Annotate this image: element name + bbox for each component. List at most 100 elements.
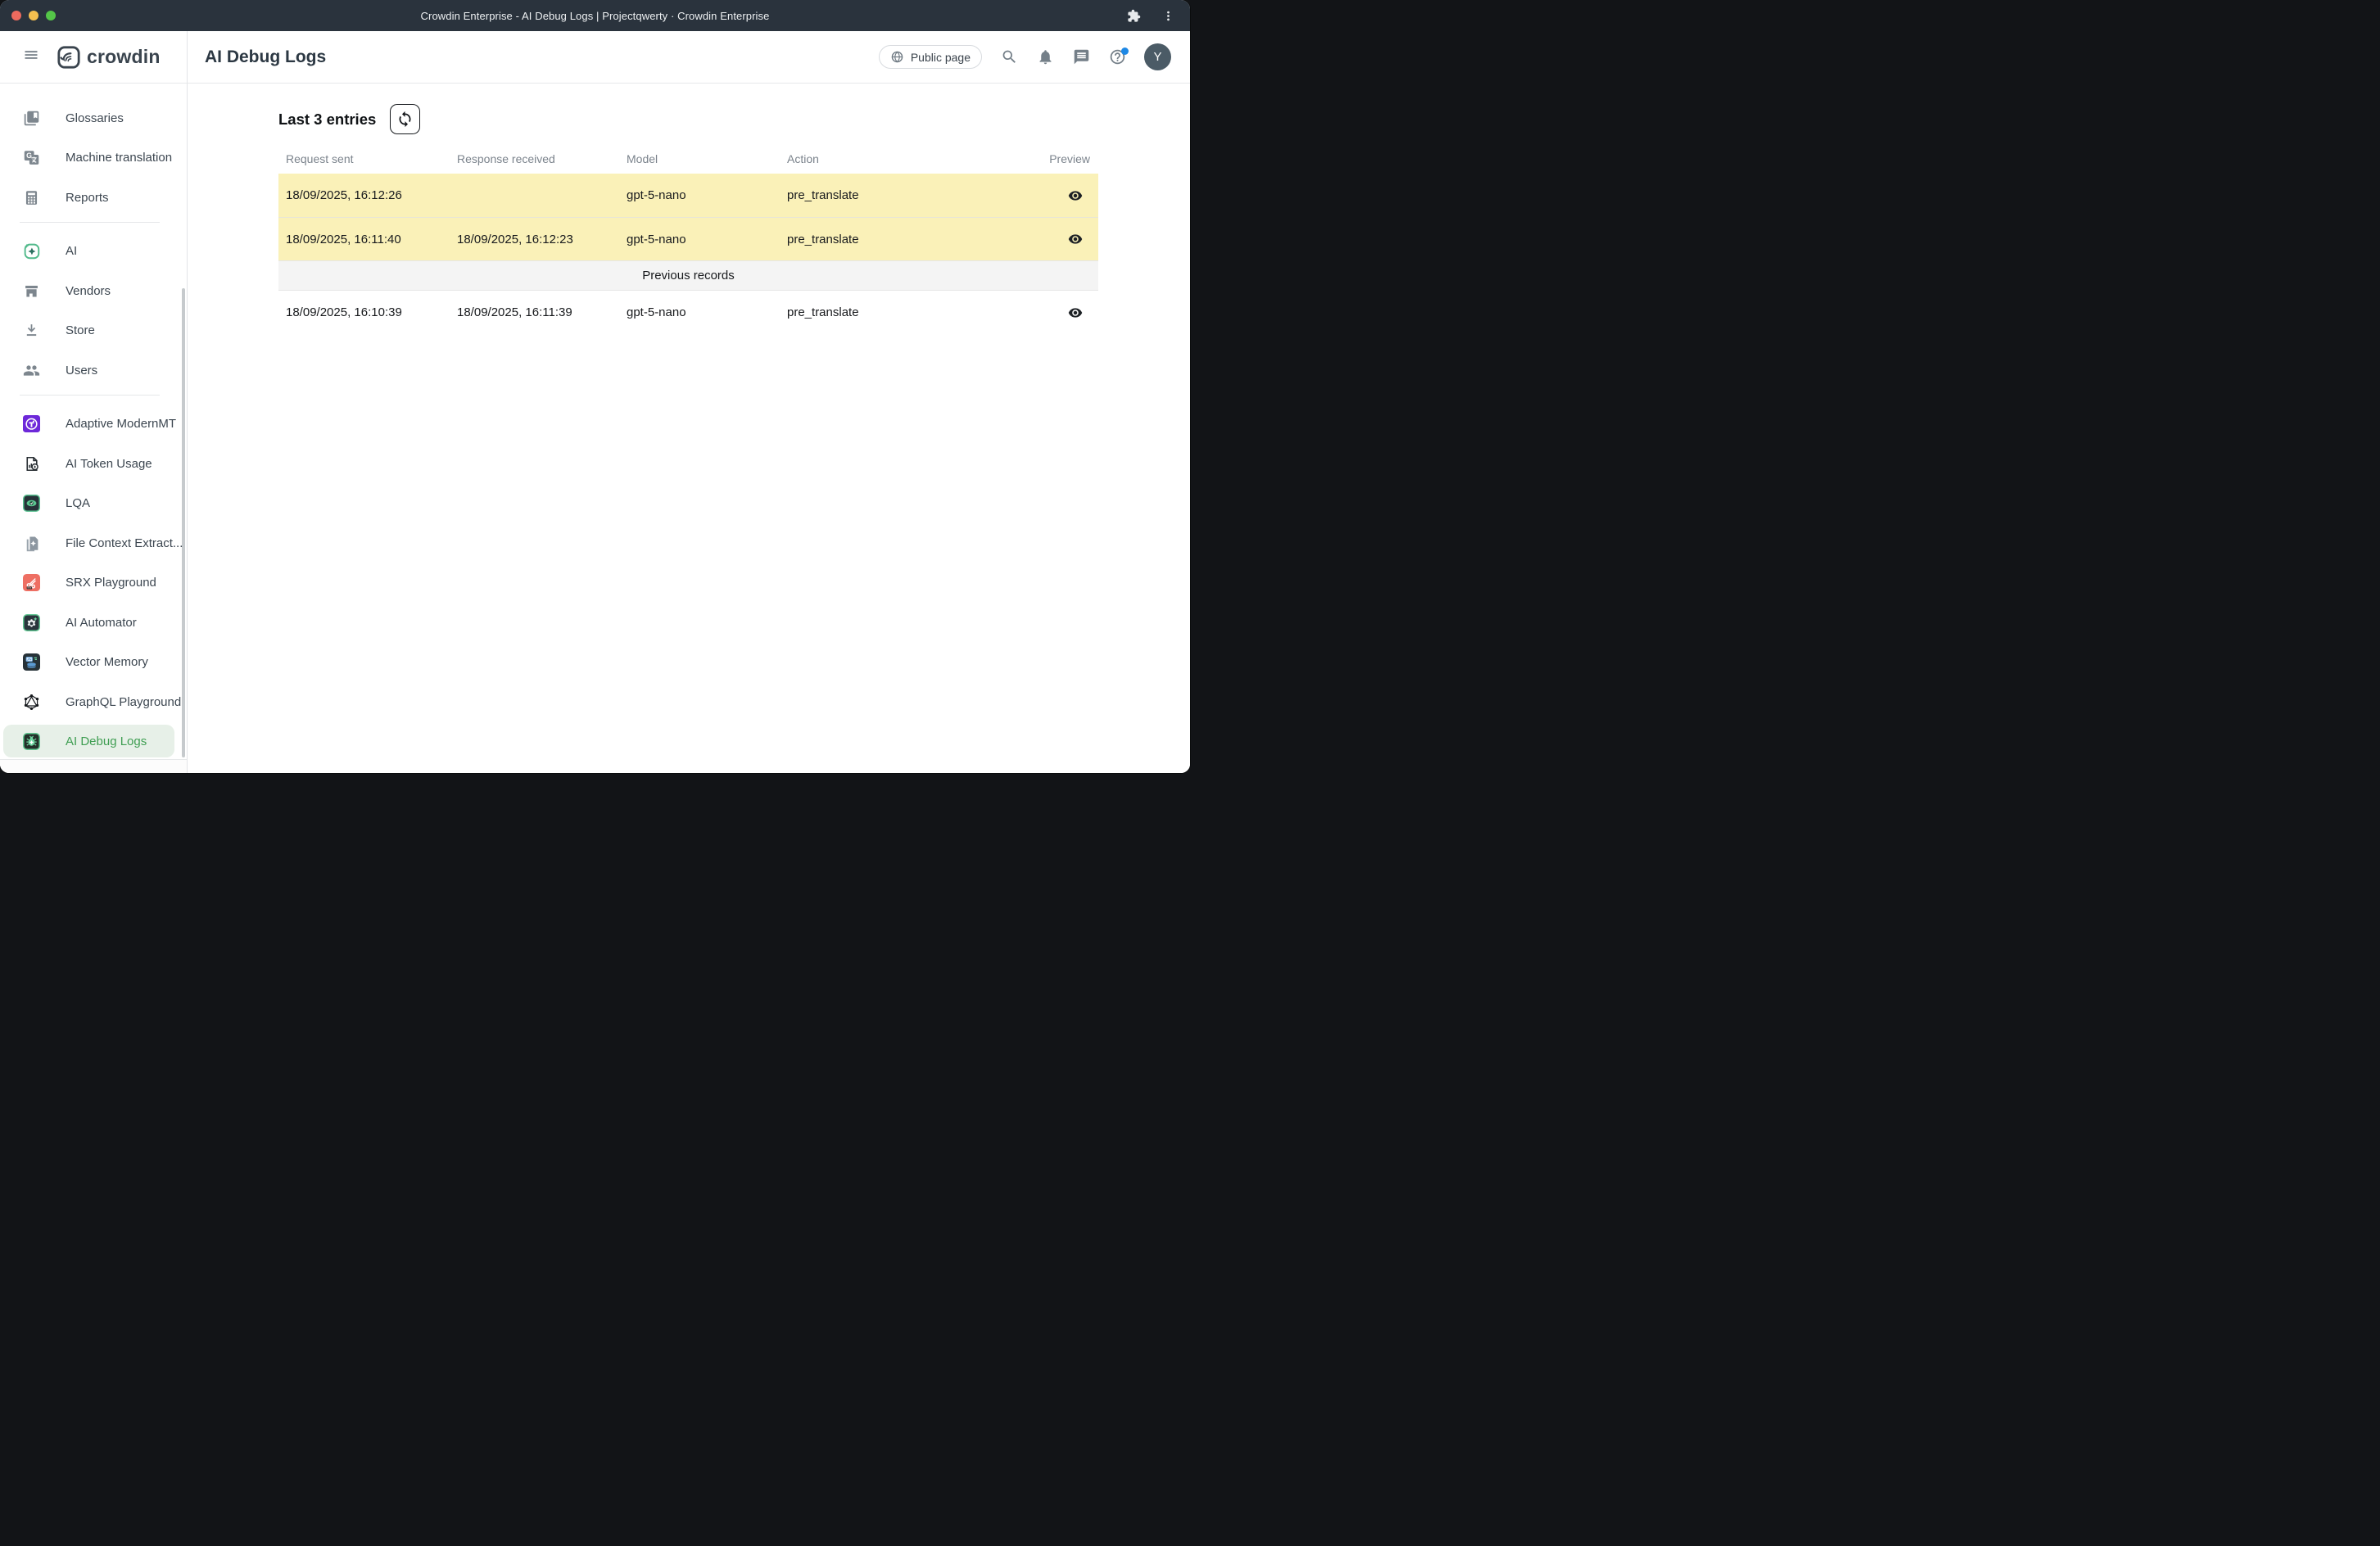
- sidebar-item-machine-translation[interactable]: G Machine translation: [0, 138, 187, 179]
- close-button[interactable]: [11, 11, 21, 20]
- previous-records-button[interactable]: Previous records: [278, 260, 1098, 291]
- hamburger-menu-icon[interactable]: [23, 47, 39, 67]
- cell-response-received: 18/09/2025, 16:12:23: [450, 233, 619, 246]
- column-header-preview: Preview: [1007, 152, 1098, 165]
- sidebar-item-label: Vendors: [66, 284, 111, 298]
- sidebar-item-ai-token-usage[interactable]: AI Token Usage: [0, 444, 187, 484]
- table-header-row: Request sentResponse receivedModelAction…: [278, 143, 1098, 174]
- cell-request-sent: 18/09/2025, 16:12:26: [278, 188, 450, 202]
- sidebar-item-label: File Context Extract...: [66, 536, 183, 550]
- sidebar-divider: [20, 222, 160, 223]
- cell-response-received: 18/09/2025, 16:11:39: [450, 305, 619, 319]
- sidebar-item-users[interactable]: Users: [0, 350, 187, 391]
- cell-preview: [1007, 305, 1098, 319]
- cell-action: pre_translate: [780, 188, 1007, 202]
- help-icon[interactable]: [1108, 48, 1126, 66]
- crowdin-logo[interactable]: crowdin: [57, 46, 161, 69]
- column-header-request-sent: Request sent: [278, 152, 450, 165]
- sidebar-divider: [20, 395, 160, 396]
- window-titlebar: Crowdin Enterprise - AI Debug Logs | Pro…: [0, 0, 1190, 31]
- lqa-icon: [23, 495, 40, 512]
- refresh-sync-icon: [396, 111, 414, 128]
- srx-playground-icon: [23, 574, 40, 591]
- sidebar-item-label: AI Token Usage: [66, 457, 152, 471]
- page-header: AI Debug Logs Public page: [188, 31, 1190, 84]
- sidebar-item-ai-debug-logs[interactable]: AI Debug Logs: [0, 722, 187, 762]
- sidebar-item-reports[interactable]: Reports: [0, 178, 187, 218]
- sidebar-item-label: GraphQL Playground: [66, 695, 181, 709]
- avatar[interactable]: Y: [1144, 43, 1171, 70]
- cell-model: gpt-5-nano: [619, 305, 780, 319]
- cell-model: gpt-5-nano: [619, 233, 780, 246]
- main-content: Last 3 entries Request sentResponse rece…: [188, 84, 1190, 334]
- kebab-menu-icon[interactable]: [1159, 7, 1177, 25]
- sidebar-item-lqa[interactable]: LQA: [0, 484, 187, 524]
- sidebar-header: crowdin: [0, 31, 187, 84]
- store-download-icon: [23, 322, 40, 339]
- zoom-button[interactable]: [46, 11, 56, 20]
- window-title: Crowdin Enterprise - AI Debug Logs | Pro…: [421, 10, 770, 22]
- sidebar-item-graphql-playground[interactable]: GraphQL Playground: [0, 682, 187, 722]
- column-header-response-received: Response received: [450, 152, 619, 165]
- ai-debug-logs-icon: [23, 733, 40, 750]
- cell-request-sent: 18/09/2025, 16:10:39: [278, 305, 450, 319]
- glossaries-book-icon: [23, 110, 40, 127]
- cell-action: pre_translate: [780, 305, 1007, 319]
- public-page-label: Public page: [911, 51, 971, 64]
- ai-automator-icon: [23, 614, 40, 631]
- cell-request-sent: 18/09/2025, 16:11:40: [278, 233, 450, 246]
- preview-eye-button[interactable]: [1068, 232, 1083, 246]
- column-header-model: Model: [619, 152, 780, 165]
- header-actions: Public page Y: [879, 43, 1171, 70]
- sidebar-item-label: LQA: [66, 496, 90, 510]
- entries-heading: Last 3 entries: [278, 111, 376, 129]
- column-header-action: Action: [780, 152, 1007, 165]
- sidebar-item-label: Glossaries: [66, 111, 124, 125]
- page-title: AI Debug Logs: [205, 47, 326, 67]
- sidebar-item-ai[interactable]: AI: [0, 232, 187, 272]
- adaptive-modernmt-icon: [23, 415, 40, 432]
- sidebar-scrollbar[interactable]: [182, 288, 185, 757]
- preview-eye-button[interactable]: [1068, 305, 1083, 320]
- users-group-icon: [23, 362, 40, 379]
- traffic-lights: [11, 11, 56, 20]
- sidebar: crowdin Glossaries G Machine translation Re…: [0, 31, 188, 773]
- sidebar-item-label: AI Debug Logs: [66, 735, 147, 748]
- refresh-button[interactable]: [390, 104, 420, 134]
- sidebar-item-label: Machine translation: [66, 151, 172, 165]
- sidebar-item-label: Vector Memory: [66, 655, 148, 669]
- file-context-extractor-icon: [23, 535, 40, 552]
- table-row: 18/09/2025, 16:12:26 gpt-5-nanopre_transl…: [278, 174, 1098, 217]
- table-row: 18/09/2025, 16:11:4018/09/2025, 16:12:23…: [278, 217, 1098, 260]
- table-row: 18/09/2025, 16:10:3918/09/2025, 16:11:39…: [278, 291, 1098, 334]
- vendors-storefront-icon: [23, 283, 40, 300]
- ai-sparkle-icon: [23, 242, 40, 260]
- sidebar-item-label: AI Automator: [66, 616, 137, 630]
- extensions-puzzle-icon[interactable]: [1124, 7, 1142, 25]
- public-page-button[interactable]: Public page: [879, 45, 982, 69]
- sidebar-item-vendors[interactable]: Vendors: [0, 271, 187, 311]
- cell-preview: [1007, 188, 1098, 202]
- sidebar-nav: Glossaries G Machine translation Reports AI V…: [0, 84, 187, 762]
- sidebar-item-adaptive-modernmt[interactable]: Adaptive ModernMT: [0, 405, 187, 445]
- sidebar-item-file-context-extract[interactable]: File Context Extract...: [0, 523, 187, 563]
- sidebar-item-ai-automator[interactable]: AI Automator: [0, 603, 187, 643]
- reports-calculator-icon: [23, 189, 40, 206]
- sidebar-item-label: SRX Playground: [66, 576, 156, 590]
- vector-memory-icon: [23, 653, 40, 671]
- sidebar-item-store[interactable]: Store: [0, 311, 187, 351]
- minimize-button[interactable]: [29, 11, 38, 20]
- sidebar-item-glossaries[interactable]: Glossaries: [0, 98, 187, 138]
- search-icon[interactable]: [1000, 48, 1018, 66]
- cell-model: gpt-5-nano: [619, 188, 780, 202]
- sidebar-item-label: Users: [66, 364, 97, 377]
- sidebar-item-srx-playground[interactable]: SRX Playground: [0, 563, 187, 603]
- preview-eye-button[interactable]: [1068, 188, 1083, 203]
- sidebar-footer: [0, 759, 187, 773]
- titlebar-actions: [1124, 0, 1177, 31]
- notifications-bell-icon[interactable]: [1036, 48, 1054, 66]
- svg-text:G: G: [26, 151, 32, 160]
- chat-icon[interactable]: [1072, 48, 1090, 66]
- sidebar-item-vector-memory[interactable]: Vector Memory: [0, 643, 187, 683]
- crowdin-logo-mark: [57, 46, 80, 69]
